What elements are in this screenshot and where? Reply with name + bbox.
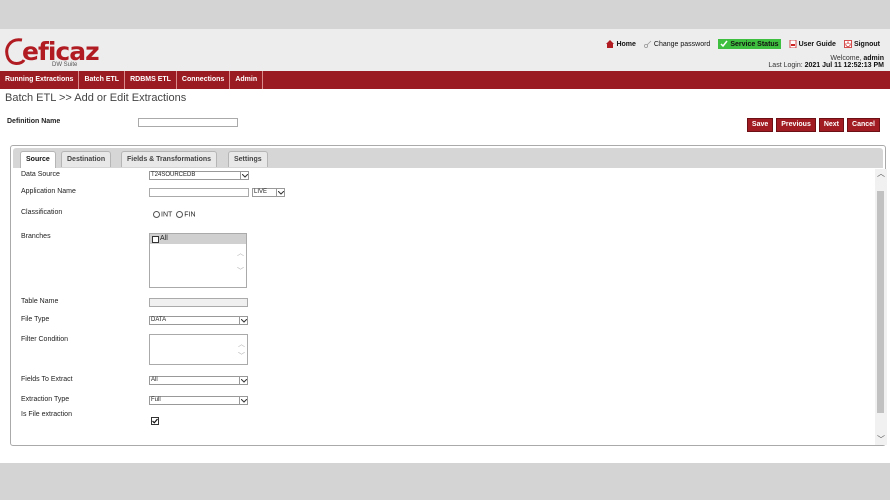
fields-to-extract-value: All xyxy=(151,377,158,383)
filter-condition-textarea[interactable]: ︿ ﹀ xyxy=(149,334,248,365)
radio-int-label: INT xyxy=(161,211,173,219)
check-icon xyxy=(720,40,728,48)
tab-bar: Source Destination Fields & Transformati… xyxy=(13,148,883,168)
environment-select[interactable]: LIVE xyxy=(252,188,285,197)
home-label: Home xyxy=(616,40,636,48)
chevron-down-icon xyxy=(240,172,248,179)
is-file-extraction-label: Is File extraction xyxy=(21,411,72,418)
filter-condition-label: Filter Condition xyxy=(21,336,69,343)
logo-subtitle: DW Suite xyxy=(52,62,78,68)
extraction-type-label: Extraction Type xyxy=(21,396,70,403)
application-name-input[interactable] xyxy=(149,188,249,197)
welcome-prefix: Welcome, xyxy=(830,55,862,62)
data-source-value: T24SOURCEDB xyxy=(151,172,196,178)
next-button[interactable]: Next xyxy=(818,118,845,132)
home-icon xyxy=(606,40,615,48)
save-button[interactable]: Save xyxy=(746,118,774,132)
user-guide-link[interactable]: User Guide xyxy=(789,40,836,48)
service-status-label: Service Status xyxy=(730,40,779,48)
document-icon xyxy=(789,40,796,48)
user-guide-label: User Guide xyxy=(798,40,836,48)
chevron-down-icon[interactable]: ﹀ xyxy=(237,266,244,276)
main-content: Batch ETL >> Add or Edit Extractions Def… xyxy=(0,89,890,463)
classification-radio-group: INT FIN xyxy=(153,211,196,218)
header-links: Home Change password Service Status User… xyxy=(606,39,884,49)
application-name-label: Application Name xyxy=(21,188,76,195)
footer-strip xyxy=(0,463,890,500)
fields-to-extract-label: Fields To Extract xyxy=(21,376,73,383)
nav-item-running-extractions[interactable]: Running Extractions xyxy=(0,71,80,89)
chevron-up-icon[interactable]: ︿ xyxy=(237,248,244,258)
radio-fin[interactable]: FIN xyxy=(176,211,196,219)
extraction-type-value: Full xyxy=(151,397,161,403)
chevron-down-icon xyxy=(276,189,284,196)
table-name-input[interactable] xyxy=(149,298,248,307)
app-window: eficaz DW Suite Home Change password Ser… xyxy=(0,0,890,500)
action-buttons: Save Previous Next Cancel xyxy=(746,118,880,132)
scrollbar-thumb[interactable] xyxy=(877,191,884,413)
chevron-down-icon[interactable]: ﹀ xyxy=(876,435,886,445)
file-type-label: File Type xyxy=(21,316,50,323)
change-password-label: Change password xyxy=(653,40,711,48)
service-status-badge[interactable]: Service Status xyxy=(718,39,781,49)
radio-fin-label: FIN xyxy=(184,211,196,219)
last-login-value: 2021 Jul 11 12:52:13 PM xyxy=(804,62,884,69)
chevron-up-icon[interactable]: ︿ xyxy=(238,339,245,349)
data-source-label: Data Source xyxy=(21,171,60,178)
radio-fin-circle[interactable] xyxy=(176,211,184,218)
cancel-button[interactable]: Cancel xyxy=(847,118,880,132)
definition-name-label: Definition Name xyxy=(7,118,61,125)
data-source-select[interactable]: T24SOURCEDB xyxy=(149,171,249,180)
classification-label: Classification xyxy=(21,209,63,216)
branches-label: Branches xyxy=(21,233,51,240)
key-icon xyxy=(643,40,652,48)
chevron-down-icon xyxy=(239,397,247,404)
branch-all-label: All xyxy=(160,235,168,242)
logo[interactable]: eficaz DW Suite xyxy=(4,36,100,68)
breadcrumb: Batch ETL >> Add or Edit Extractions xyxy=(5,92,187,104)
nav-item-connections[interactable]: Connections xyxy=(177,71,231,89)
tab-destination[interactable]: Destination xyxy=(61,151,112,167)
top-strip xyxy=(0,0,890,29)
nav-item-rdbms-etl[interactable]: RDBMS ETL xyxy=(125,71,177,89)
table-name-label: Table Name xyxy=(21,298,59,305)
last-login-prefix: Last Login: xyxy=(768,62,803,69)
signout-icon xyxy=(844,40,852,48)
is-file-extraction-checkbox[interactable] xyxy=(151,412,159,430)
radio-int-circle[interactable] xyxy=(153,211,160,218)
home-link[interactable]: Home xyxy=(606,40,636,48)
source-form: Data Source T24SOURCEDB Application Name… xyxy=(11,169,875,445)
branches-listbox[interactable]: All ︿ ﹀ xyxy=(149,233,247,288)
tab-source[interactable]: Source xyxy=(20,151,56,168)
definition-name-input[interactable] xyxy=(138,118,238,127)
radio-int[interactable]: INT xyxy=(153,211,172,218)
previous-button[interactable]: Previous xyxy=(776,118,816,132)
signout-label: Signout xyxy=(853,40,880,48)
checkbox-checked-icon xyxy=(151,417,159,425)
nav-item-admin[interactable]: Admin xyxy=(230,71,264,89)
extraction-type-select[interactable]: Full xyxy=(149,396,248,405)
welcome-user: admin xyxy=(863,55,884,62)
chevron-down-icon xyxy=(239,317,247,324)
nav-item-batch-etl[interactable]: Batch ETL xyxy=(79,71,126,89)
branch-option-all[interactable]: All xyxy=(150,234,246,244)
welcome-info: Welcome, admin Last Login: 2021 Jul 11 1… xyxy=(768,55,884,69)
change-password-link[interactable]: Change password xyxy=(643,40,711,48)
chevron-down-icon[interactable]: ﹀ xyxy=(238,351,245,361)
file-type-select[interactable]: DATA xyxy=(149,316,248,325)
tab-fields-transformations[interactable]: Fields & Transformations xyxy=(121,151,218,167)
tab-settings[interactable]: Settings xyxy=(228,151,268,167)
environment-value: LIVE xyxy=(254,189,268,195)
panel-scrollbar[interactable]: ︿ ﹀ xyxy=(875,169,887,445)
signout-link[interactable]: Signout xyxy=(844,40,880,48)
branch-all-checkbox[interactable] xyxy=(152,235,159,243)
file-type-value: DATA xyxy=(151,317,167,323)
main-nav: Running Extractions Batch ETL RDBMS ETL … xyxy=(0,71,890,89)
fields-to-extract-select[interactable]: All xyxy=(149,376,248,385)
header: eficaz DW Suite Home Change password Ser… xyxy=(0,29,890,71)
chevron-down-icon xyxy=(239,377,247,384)
chevron-up-icon[interactable]: ︿ xyxy=(876,169,886,179)
extraction-panel: Source Destination Fields & Transformati… xyxy=(10,145,887,446)
